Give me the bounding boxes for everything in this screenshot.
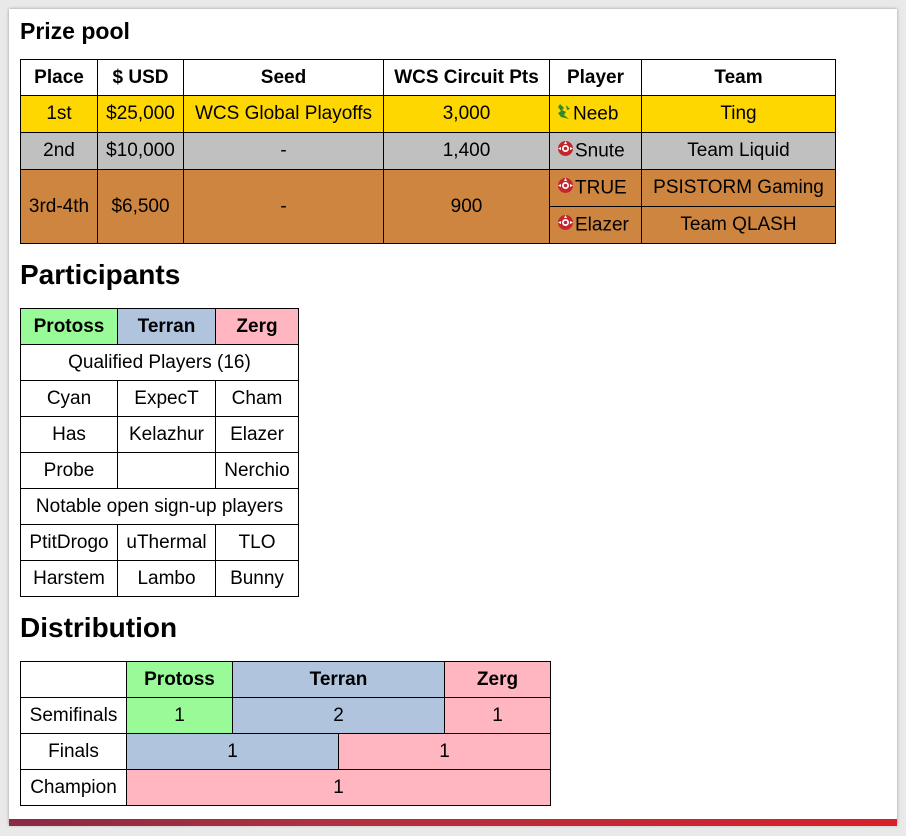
open-signup-label: Notable open sign-up players <box>20 488 299 525</box>
stage-label: Champion <box>20 769 127 806</box>
table-row: Semifinals 1 2 1 <box>20 697 551 734</box>
player-cell[interactable]: TLO <box>215 524 299 561</box>
pts-cell: 900 <box>383 169 550 244</box>
table-row: Cyan ExpecT Cham <box>20 380 299 417</box>
race-zerg-header: Zerg <box>215 308 299 345</box>
corner-cell <box>20 661 127 698</box>
zerg-icon <box>557 214 574 237</box>
race-protoss-header: Protoss <box>126 661 233 698</box>
count-cell: 1 <box>126 697 233 734</box>
player-cell[interactable]: Elazer <box>215 416 299 453</box>
zerg-icon <box>557 140 574 163</box>
table-row: Champion 1 <box>20 769 551 806</box>
prize-pool-table: Place $ USD Seed WCS Circuit Pts Player … <box>20 59 836 244</box>
table-row: Finals 1 1 <box>20 733 551 770</box>
distribution-heading: Distribution <box>20 612 178 643</box>
player-cell[interactable]: Nerchio <box>215 452 299 489</box>
stage-label: Semifinals <box>20 697 127 734</box>
section-row: Qualified Players (16) <box>20 344 299 381</box>
section-row: Notable open sign-up players <box>20 488 299 525</box>
player-name[interactable]: Neeb <box>573 103 618 124</box>
col-usd: $ USD <box>97 59 184 96</box>
player-cell[interactable]: Probe <box>20 452 118 489</box>
place-cell: 2nd <box>20 132 98 170</box>
player-cell <box>117 452 216 489</box>
player-name[interactable]: Elazer <box>575 214 629 235</box>
col-player: Player <box>549 59 642 96</box>
player-cell[interactable]: Bunny <box>215 560 299 597</box>
seed-cell: - <box>183 132 384 170</box>
seed-cell: - <box>183 169 384 244</box>
participants-table: Protoss Terran Zerg Qualified Players (1… <box>20 308 299 597</box>
count-cell: 1 <box>338 733 551 770</box>
seed-cell[interactable]: WCS Global Playoffs <box>183 95 384 133</box>
prize-pool-heading: Prize pool <box>20 18 130 44</box>
player-cell[interactable]: PtitDrogo <box>20 524 118 561</box>
table-row: Harstem Lambo Bunny <box>20 560 299 597</box>
col-seed: Seed <box>183 59 384 96</box>
player-cell[interactable]: Lambo <box>117 560 216 597</box>
player-name[interactable]: Snute <box>575 140 625 161</box>
pts-cell: 3,000 <box>383 95 550 133</box>
qualified-label: Qualified Players (16) <box>20 344 299 381</box>
player-cell[interactable]: Harstem <box>20 560 118 597</box>
bottom-accent-bar <box>9 819 897 826</box>
prize-header-row: Place $ USD Seed WCS Circuit Pts Player … <box>20 59 836 96</box>
usd-cell: $6,500 <box>97 169 184 244</box>
race-header-row: Protoss Terran Zerg <box>20 308 299 345</box>
table-row: PtitDrogo uThermal TLO <box>20 524 299 561</box>
player-cell[interactable]: uThermal <box>117 524 216 561</box>
table-row: 1st $25,000 WCS Global Playoffs 3,000 Ne… <box>20 95 836 133</box>
team-cell[interactable]: Team Liquid <box>641 132 836 170</box>
team-cell[interactable]: Ting <box>641 95 836 133</box>
terran-icon <box>557 103 572 126</box>
stage-label: Finals <box>20 733 127 770</box>
place-cell: 1st <box>20 95 98 133</box>
player-cell[interactable]: Cham <box>215 380 299 417</box>
race-protoss-header: Protoss <box>20 308 118 345</box>
player-cell[interactable]: Kelazhur <box>117 416 216 453</box>
count-cell: 2 <box>232 697 445 734</box>
team-cell[interactable]: Team QLASH <box>641 206 836 244</box>
race-header-row: Protoss Terran Zerg <box>20 661 551 698</box>
player-cell: TRUE <box>549 169 642 207</box>
participants-heading: Participants <box>20 259 181 290</box>
usd-cell: $10,000 <box>97 132 184 170</box>
place-cell: 3rd-4th <box>20 169 98 244</box>
player-cell[interactable]: ExpecT <box>117 380 216 417</box>
table-row: Has Kelazhur Elazer <box>20 416 299 453</box>
player-cell[interactable]: Has <box>20 416 118 453</box>
table-row: 2nd $10,000 - 1,400 Snute Team Liquid <box>20 132 836 170</box>
race-zerg-header: Zerg <box>444 661 551 698</box>
table-row: Probe Nerchio <box>20 452 299 489</box>
col-pts: WCS Circuit Pts <box>383 59 550 96</box>
player-cell: Neeb <box>549 95 642 133</box>
player-cell: Elazer <box>549 206 642 244</box>
player-cell[interactable]: Cyan <box>20 380 118 417</box>
usd-cell: $25,000 <box>97 95 184 133</box>
distribution-table: Protoss Terran Zerg Semifinals 1 2 1 Fin… <box>20 661 551 806</box>
col-team: Team <box>641 59 836 96</box>
col-place: Place <box>20 59 98 96</box>
count-cell: 1 <box>126 733 339 770</box>
player-cell: Snute <box>549 132 642 170</box>
count-cell: 1 <box>444 697 551 734</box>
table-row: 3rd-4th $6,500 - 900 TRUE PSISTORM Gamin… <box>20 169 836 244</box>
race-terran-header: Terran <box>117 308 216 345</box>
race-terran-header: Terran <box>232 661 445 698</box>
team-cell[interactable]: PSISTORM Gaming <box>641 169 836 207</box>
zerg-icon <box>557 177 574 200</box>
player-name[interactable]: TRUE <box>575 177 627 198</box>
count-cell: 1 <box>126 769 551 806</box>
pts-cell: 1,400 <box>383 132 550 170</box>
